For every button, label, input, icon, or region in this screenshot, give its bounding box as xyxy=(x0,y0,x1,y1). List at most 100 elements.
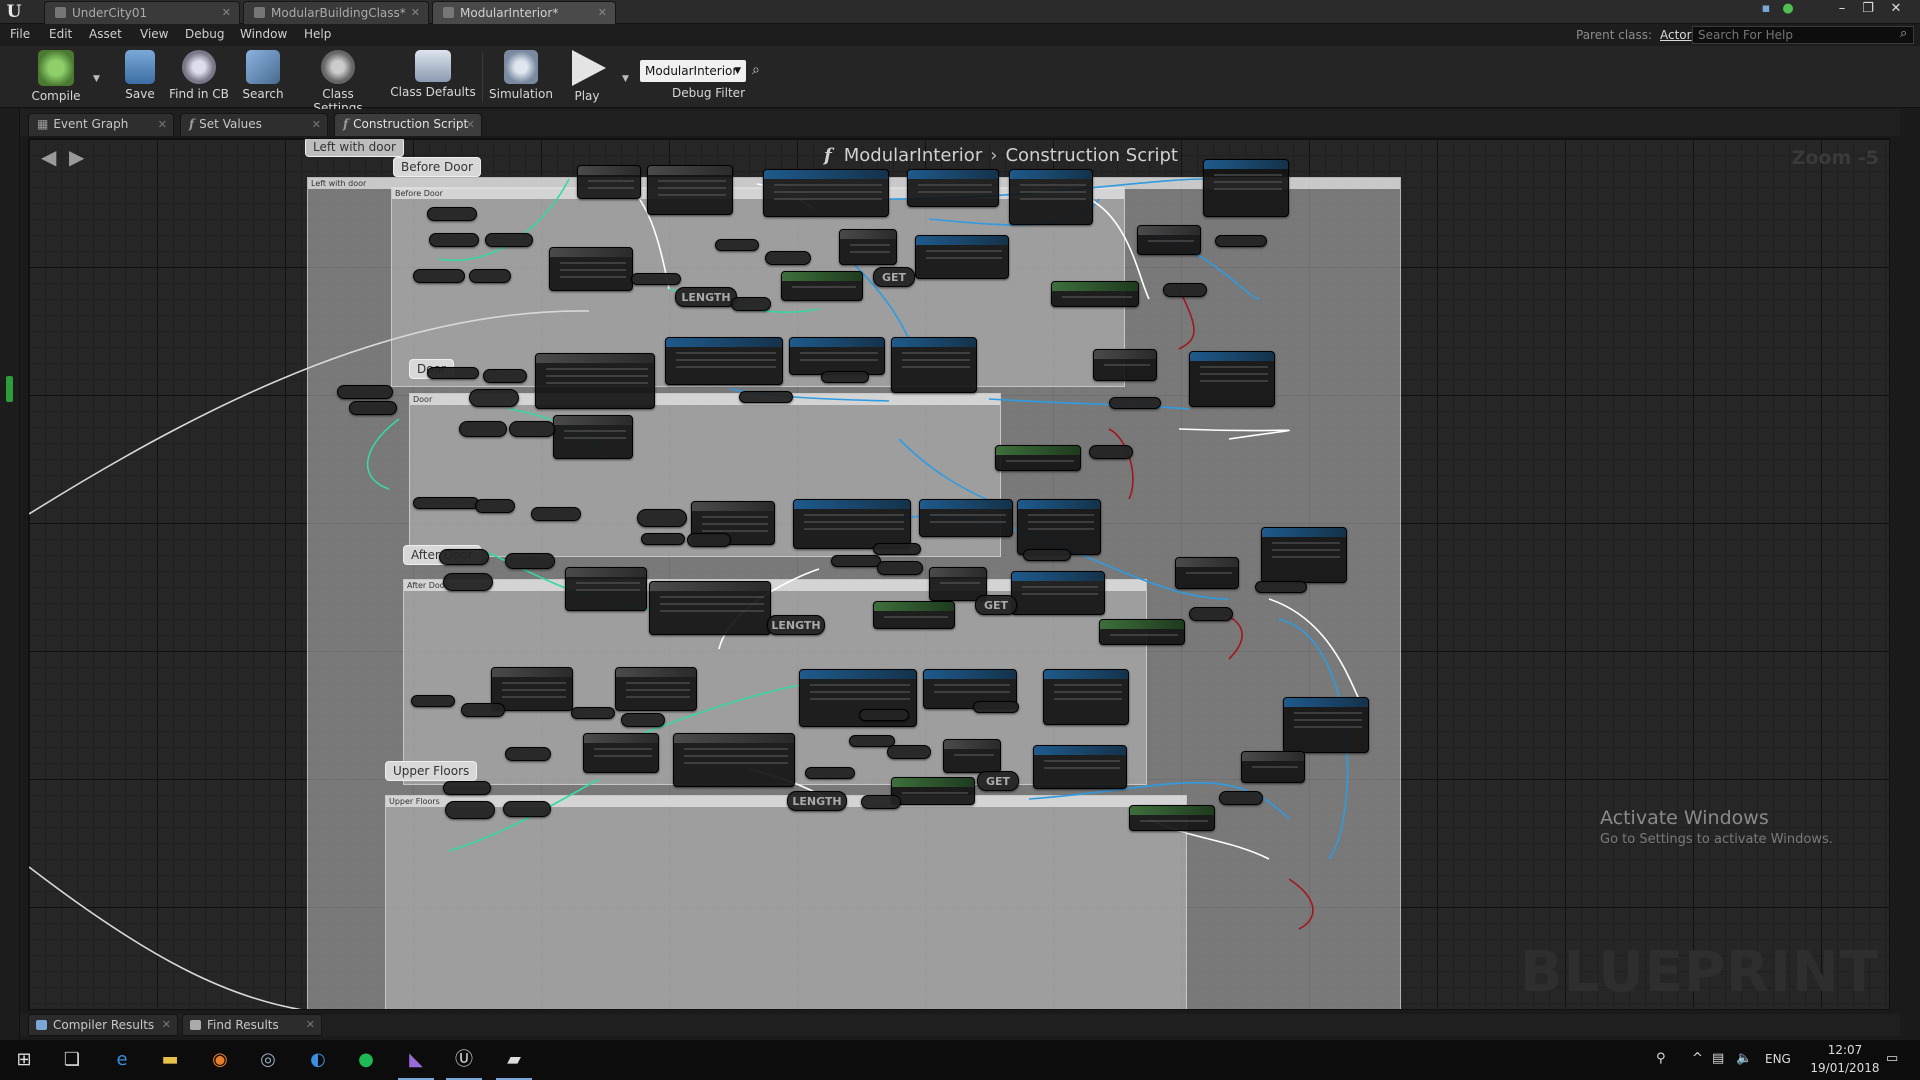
for-loop-node[interactable] xyxy=(615,667,697,711)
variable-node[interactable] xyxy=(1109,397,1161,409)
make-vector-node[interactable] xyxy=(577,165,641,199)
close-icon[interactable]: ✕ xyxy=(222,2,231,24)
branch-node[interactable] xyxy=(1137,225,1201,255)
make-vector-node[interactable] xyxy=(583,733,659,773)
set-material-node[interactable] xyxy=(1283,697,1369,753)
variable-node[interactable] xyxy=(571,707,615,719)
set-material-by-name-node[interactable] xyxy=(1009,169,1093,225)
math-node[interactable] xyxy=(469,389,519,407)
math-node[interactable] xyxy=(621,713,665,727)
tab-set-values[interactable]: f Set Values ✕ xyxy=(180,113,328,136)
close-icon[interactable]: ✕ xyxy=(162,1015,171,1035)
branch-node[interactable] xyxy=(943,739,1001,773)
chat-icon[interactable]: ▪ xyxy=(1754,0,1778,20)
minimize-button[interactable]: – xyxy=(1830,0,1854,20)
compare-node[interactable] xyxy=(765,251,811,265)
random-integer-in-range-node[interactable] xyxy=(781,271,863,301)
variable-node[interactable] xyxy=(805,767,855,779)
array-get-node[interactable]: GET xyxy=(873,267,915,287)
random-integer-in-range-node[interactable] xyxy=(873,601,955,629)
blender-icon[interactable]: ◉ xyxy=(196,1040,244,1080)
clock-date[interactable]: 19/01/2018 xyxy=(1810,1061,1880,1075)
add-static-mesh-component-node[interactable] xyxy=(793,499,911,549)
menu-asset[interactable]: Asset xyxy=(89,27,122,41)
variable-node[interactable] xyxy=(849,735,895,747)
variable-node[interactable] xyxy=(427,207,477,221)
math-node[interactable] xyxy=(687,533,731,547)
compare-node[interactable] xyxy=(1219,791,1263,805)
close-window-button[interactable]: ✕ xyxy=(1884,0,1908,20)
volume-icon[interactable]: 🔈 xyxy=(1736,1051,1752,1066)
close-icon[interactable]: ✕ xyxy=(466,114,475,135)
set-static-mesh-node[interactable] xyxy=(1033,745,1127,789)
branch-node[interactable] xyxy=(1175,557,1239,589)
windows-start-icon[interactable]: ⊞ xyxy=(0,1040,48,1080)
variable-node[interactable] xyxy=(641,533,685,545)
math-node[interactable] xyxy=(461,703,505,717)
tab-construction-script[interactable]: f Construction Script ✕ xyxy=(334,113,482,136)
variable-node[interactable] xyxy=(439,549,489,565)
maximize-button[interactable]: ❐ xyxy=(1856,0,1880,20)
menu-debug[interactable]: Debug xyxy=(185,27,224,41)
make-transform-node[interactable] xyxy=(649,581,771,635)
graph-canvas[interactable]: Left with door Before Door Door After Do… xyxy=(28,138,1890,1010)
spotify-icon[interactable]: ● xyxy=(342,1040,390,1080)
forward-arrow-icon[interactable]: ▶ xyxy=(69,145,84,169)
set-material-node[interactable] xyxy=(1189,351,1275,407)
array-get-node[interactable]: GET xyxy=(977,771,1019,791)
variable-node[interactable] xyxy=(349,401,397,415)
branch-node[interactable] xyxy=(1093,349,1157,381)
class-defaults-button[interactable]: Class Defaults xyxy=(390,48,476,108)
close-icon[interactable]: ✕ xyxy=(312,114,321,135)
set-static-mesh-node[interactable] xyxy=(915,235,1009,279)
visual-studio-icon[interactable]: ◣ xyxy=(392,1040,440,1080)
variable-node[interactable] xyxy=(1215,235,1267,247)
variable-node[interactable] xyxy=(413,269,465,283)
set-static-mesh-node[interactable] xyxy=(907,169,999,207)
class-settings-button[interactable]: Class Settings xyxy=(296,48,380,115)
breadcrumb-blueprint[interactable]: ModularInterior xyxy=(844,145,982,166)
make-transform-node[interactable] xyxy=(535,353,655,409)
tab-compiler-results[interactable]: Compiler Results ✕ xyxy=(28,1014,178,1036)
variable-node[interactable] xyxy=(337,385,393,399)
task-view-icon[interactable]: ❏ xyxy=(48,1040,96,1080)
close-icon[interactable]: ✕ xyxy=(158,114,167,135)
search-button[interactable]: Search xyxy=(236,48,290,108)
file-explorer-icon[interactable]: ▬ xyxy=(146,1040,194,1080)
help-search-input[interactable] xyxy=(1692,26,1914,44)
menu-file[interactable]: File xyxy=(10,27,30,41)
clock-time[interactable]: 12:07 xyxy=(1810,1043,1880,1057)
get-num-materials-node[interactable] xyxy=(1051,281,1139,307)
for-loop-node[interactable] xyxy=(549,247,633,291)
debug-object-select[interactable]: ModularInterior ▼ xyxy=(640,60,746,82)
compare-node[interactable] xyxy=(887,745,931,759)
math-node[interactable] xyxy=(445,801,495,819)
variable-node[interactable] xyxy=(505,747,551,761)
input-language[interactable]: ENG xyxy=(1765,1052,1791,1066)
set-material-by-name-node[interactable] xyxy=(1017,499,1101,555)
math-node[interactable] xyxy=(483,369,527,383)
set-material-node[interactable] xyxy=(1261,527,1347,583)
array-get-node[interactable]: GET xyxy=(975,595,1017,615)
math-node[interactable] xyxy=(509,421,555,437)
variable-node[interactable] xyxy=(429,233,479,247)
unreal-engine-icon[interactable]: Ⓤ xyxy=(440,1040,488,1080)
branch-node[interactable] xyxy=(839,229,897,265)
math-node[interactable] xyxy=(485,233,533,247)
for-loop-node[interactable] xyxy=(491,667,573,711)
compile-options-dropdown-icon[interactable]: ▼ xyxy=(93,74,100,84)
make-vector-node[interactable] xyxy=(553,415,633,459)
math-node[interactable] xyxy=(505,553,555,569)
status-icon[interactable]: ● xyxy=(1776,0,1800,20)
play-options-dropdown-icon[interactable]: ▼ xyxy=(622,74,629,84)
chevron-up-icon[interactable]: ^ xyxy=(1692,1051,1703,1066)
compare-node[interactable] xyxy=(1189,607,1233,621)
math-node[interactable] xyxy=(637,509,687,527)
set-material-by-name-node[interactable] xyxy=(1043,669,1129,725)
notifications-icon[interactable]: ▭ xyxy=(1886,1051,1898,1066)
back-arrow-icon[interactable]: ◀ xyxy=(41,145,56,169)
branch-node[interactable] xyxy=(1241,751,1305,783)
compare-node[interactable] xyxy=(1089,445,1133,459)
menu-view[interactable]: View xyxy=(140,27,168,41)
close-icon[interactable]: ✕ xyxy=(411,2,420,24)
